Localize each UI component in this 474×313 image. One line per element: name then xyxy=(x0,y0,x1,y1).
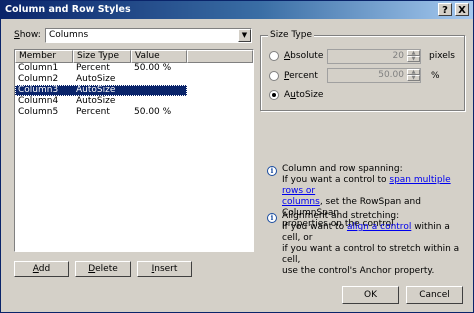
spin-down-icon[interactable]: ▼ xyxy=(407,75,420,81)
absolute-value: 20 xyxy=(392,51,404,61)
table-cell-size-type: AutoSize xyxy=(76,96,116,106)
title-bar[interactable]: Column and Row Styles ? X xyxy=(1,1,473,19)
window-title: Column and Row Styles xyxy=(5,4,131,15)
help-button[interactable]: ? xyxy=(438,3,452,16)
dialog-window: Column and Row Styles ? X Show: Columns … xyxy=(0,0,474,313)
table-cell-member: Column3 xyxy=(18,85,59,95)
table-cell-size-type: AutoSize xyxy=(76,74,116,84)
table-row[interactable]: Column3 AutoSize xyxy=(15,85,187,96)
show-dropdown[interactable]: Columns ▼ xyxy=(45,28,252,43)
table-row[interactable]: Column4 AutoSize xyxy=(15,96,187,107)
cancel-button[interactable]: Cancel xyxy=(406,286,463,304)
spin-down-icon[interactable]: ▼ xyxy=(407,56,420,62)
info-icon: i xyxy=(267,166,277,176)
table-cell-member: Column2 xyxy=(18,74,59,84)
table-cell-size-type: Percent xyxy=(76,107,110,117)
table-cell-member: Column5 xyxy=(18,107,59,117)
table-row[interactable]: Column2 AutoSize xyxy=(15,74,187,85)
show-dropdown-value: Columns xyxy=(49,30,89,40)
percent-unit: % xyxy=(431,71,440,81)
add-button[interactable]: Add xyxy=(14,261,69,277)
column-header-size-type[interactable]: Size Type xyxy=(73,50,131,63)
insert-button[interactable]: Insert xyxy=(137,261,192,277)
delete-button[interactable]: Delete xyxy=(75,261,131,277)
autosize-radio[interactable] xyxy=(269,90,279,100)
show-label: Show: xyxy=(14,30,41,40)
alignment-heading: Alignment and stretching: xyxy=(282,211,400,221)
align-control-link[interactable]: align a control xyxy=(347,222,411,232)
table-cell-value: 50.00 % xyxy=(134,107,172,117)
span-columns-link[interactable]: columns xyxy=(282,197,320,207)
column-header-value[interactable]: Value xyxy=(131,50,187,63)
column-header-filler xyxy=(187,50,253,63)
table-cell-size-type: Percent xyxy=(76,63,110,73)
info-icon: i xyxy=(267,213,277,223)
table-cell-value: 50.00 % xyxy=(134,63,172,73)
chevron-down-icon[interactable]: ▼ xyxy=(238,29,251,42)
autosize-label: AutoSize xyxy=(284,90,324,100)
absolute-label: Absolute xyxy=(284,51,324,61)
percent-label: Percent xyxy=(284,71,318,81)
alignment-info: Alignment and stretching: If you want to… xyxy=(282,211,467,277)
table-row[interactable]: Column1 Percent 50.00 % xyxy=(15,63,187,74)
table-cell-member: Column4 xyxy=(18,96,59,106)
absolute-unit: pixels xyxy=(429,51,455,61)
size-type-group-label: Size Type xyxy=(268,30,315,40)
table-row[interactable]: Column5 Percent 50.00 % xyxy=(15,107,187,118)
percent-radio[interactable] xyxy=(269,71,279,81)
spanning-heading: Column and row spanning: xyxy=(282,164,403,174)
percent-value-spinner[interactable]: 50.00 ▲ ▼ xyxy=(327,68,421,83)
absolute-value-spinner[interactable]: 20 ▲ ▼ xyxy=(327,49,421,64)
column-header-member[interactable]: Member xyxy=(15,50,73,63)
styles-table[interactable]: Member Size Type Value Column1 Percent 50.… xyxy=(14,49,254,252)
table-cell-member: Column1 xyxy=(18,63,59,73)
close-button[interactable]: X xyxy=(455,3,469,16)
table-cell-size-type: AutoSize xyxy=(76,85,116,95)
absolute-radio[interactable] xyxy=(269,51,279,61)
ok-button[interactable]: OK xyxy=(342,286,399,304)
percent-value: 50.00 xyxy=(378,70,404,80)
